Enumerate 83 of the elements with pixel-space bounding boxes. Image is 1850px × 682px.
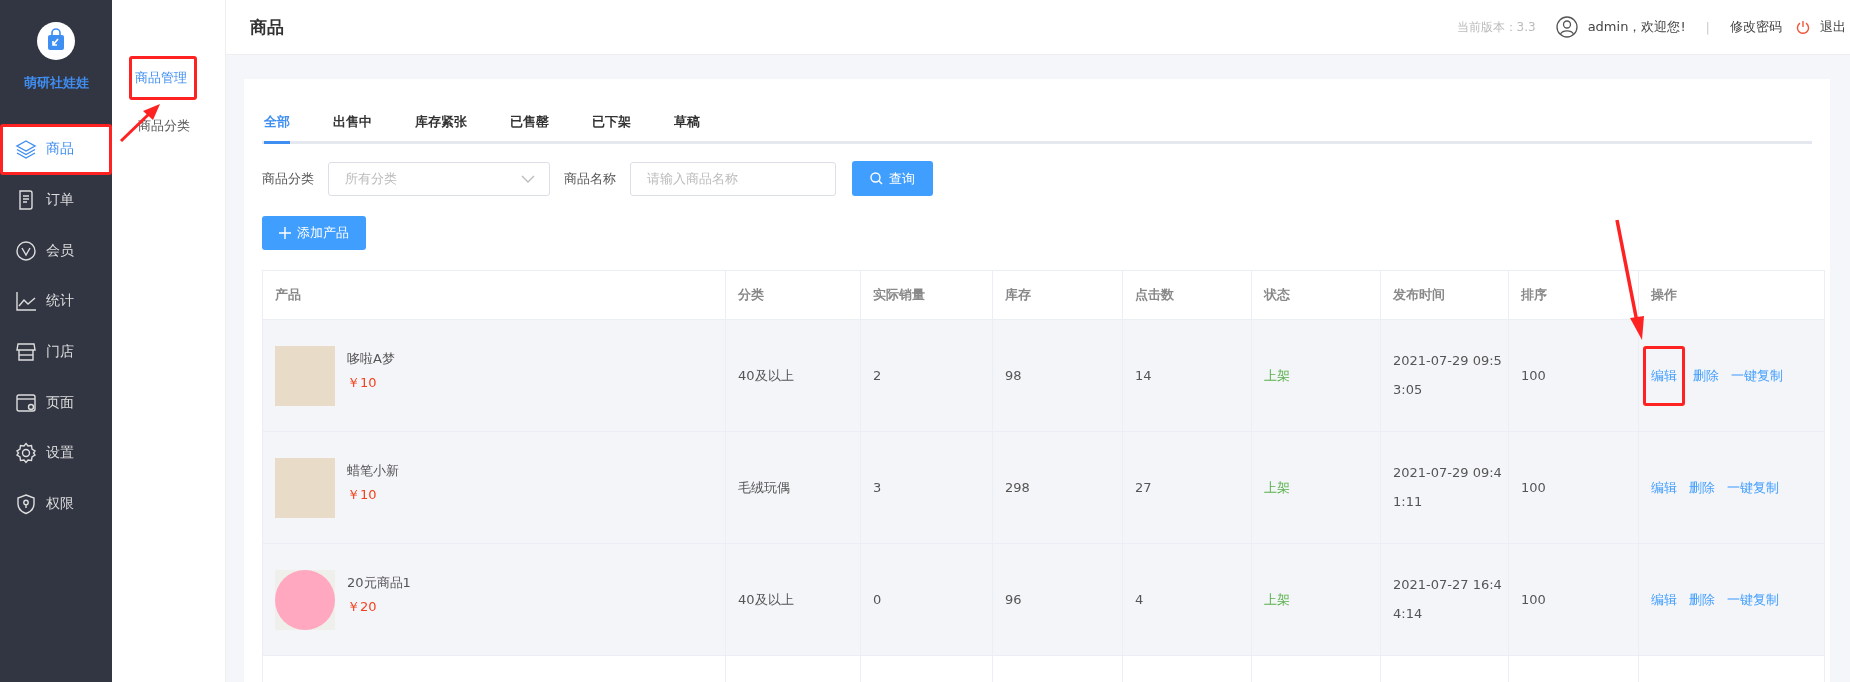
logout-link[interactable]: 退出 — [1820, 18, 1846, 36]
filter-tab[interactable]: 已售罄 — [510, 113, 549, 144]
product-price: ￥10 — [347, 485, 378, 504]
brand-name: 萌研社娃娃 — [23, 74, 89, 92]
publish-time-text: 2021-07-29 09:41:11 — [1393, 463, 1503, 511]
column-header: 实际销量 — [860, 270, 993, 320]
column-header: 产品 — [262, 270, 726, 320]
column-header: 库存 — [992, 270, 1123, 320]
filter-tab[interactable]: 库存紧张 — [415, 113, 467, 144]
power-icon — [1796, 20, 1810, 34]
product-name: 20元商品1 — [347, 573, 411, 592]
line-chart-icon — [15, 290, 37, 313]
store-icon — [15, 341, 37, 364]
status-text: 上架 — [1264, 367, 1290, 383]
nav-label: 统计 — [46, 292, 74, 311]
change-password-link[interactable]: 修改密码 — [1730, 18, 1782, 36]
column-header: 发布时间 — [1380, 270, 1509, 320]
clicks-text: 27 — [1135, 480, 1152, 495]
version-text: 当前版本：3.3 — [1456, 18, 1536, 36]
shield-icon — [15, 493, 37, 516]
nav-label: 会员 — [46, 241, 74, 260]
nav-label: 商品 — [46, 140, 74, 159]
name-label: 商品名称 — [564, 169, 616, 188]
sales-text: 0 — [873, 592, 882, 607]
column-header: 排序 — [1508, 270, 1639, 320]
nav-item[interactable]: 统计 — [0, 276, 112, 327]
stock-text: 96 — [1005, 592, 1022, 607]
filter-tab[interactable]: 已下架 — [592, 113, 631, 144]
category-text: 40及以上 — [738, 591, 794, 607]
browser-icon — [15, 391, 37, 414]
sales-text: 3 — [873, 480, 882, 495]
stock-text: 298 — [1005, 480, 1030, 495]
nav-label: 门店 — [46, 343, 74, 362]
separator-text: | — [1705, 19, 1710, 35]
product-name: 蜡笔小新 — [347, 461, 399, 480]
nav-label: 设置 — [46, 444, 74, 463]
photo-placeholder — [275, 345, 335, 406]
nav-item[interactable]: 订单 — [0, 174, 112, 226]
nav-label: 订单 — [46, 191, 74, 210]
product-price: ￥10 — [347, 373, 378, 392]
column-header: 操作 — [1638, 270, 1825, 320]
category-text: 毛绒玩偶 — [738, 479, 790, 495]
search-icon — [870, 172, 883, 185]
publish-time-text: 2021-07-27 16:44:14 — [1393, 575, 1503, 623]
nav-item[interactable]: 会员 — [0, 225, 112, 277]
filter-tab[interactable]: 出售中 — [333, 113, 372, 144]
nav-item[interactable]: 页面 — [0, 377, 112, 429]
status-text: 上架 — [1264, 479, 1290, 495]
nav-item[interactable]: 设置 — [0, 428, 112, 479]
gear-icon — [15, 442, 37, 465]
status-text: 上架 — [1264, 591, 1290, 607]
sales-text: 2 — [873, 368, 882, 383]
circle-image-thumbnail — [275, 569, 335, 630]
product-price: ￥20 — [347, 597, 378, 616]
page-title: 商品 — [250, 15, 284, 39]
filter-tab[interactable]: 草稿 — [674, 113, 700, 144]
column-header: 分类 — [725, 270, 861, 320]
submenu-item[interactable]: 商品管理 — [129, 56, 197, 100]
nav-label: 权限 — [46, 495, 74, 514]
photo-placeholder — [275, 457, 335, 518]
sort-text: 100 — [1521, 480, 1546, 495]
v-circle-icon — [15, 239, 37, 262]
publish-time-text: 2021-07-29 09:53:05 — [1393, 351, 1503, 399]
clicks-text: 4 — [1135, 592, 1144, 607]
column-header: 状态 — [1251, 270, 1381, 320]
category-text: 40及以上 — [738, 367, 794, 383]
nav-item[interactable]: 权限 — [0, 478, 112, 530]
column-header: 点击数 — [1122, 270, 1252, 320]
sort-text: 100 — [1521, 592, 1546, 607]
category-label: 商品分类 — [262, 169, 314, 188]
name-input-field[interactable]: 请输入商品名称 — [630, 161, 836, 196]
sort-text: 100 — [1521, 368, 1546, 383]
plus-icon — [279, 227, 291, 239]
chevron-down-icon — [521, 174, 535, 183]
welcome-text: admin，欢迎您! — [1587, 18, 1686, 36]
nav-item[interactable]: 门店 — [0, 326, 112, 378]
nav-label: 页面 — [46, 393, 74, 412]
stock-text: 98 — [1005, 368, 1022, 383]
layers-icon — [15, 138, 37, 161]
product-name: 哆啦A梦 — [347, 349, 395, 368]
shopping-bag-logo-icon — [37, 22, 75, 60]
user-avatar-icon — [1555, 16, 1578, 38]
clicks-text: 14 — [1135, 368, 1152, 383]
